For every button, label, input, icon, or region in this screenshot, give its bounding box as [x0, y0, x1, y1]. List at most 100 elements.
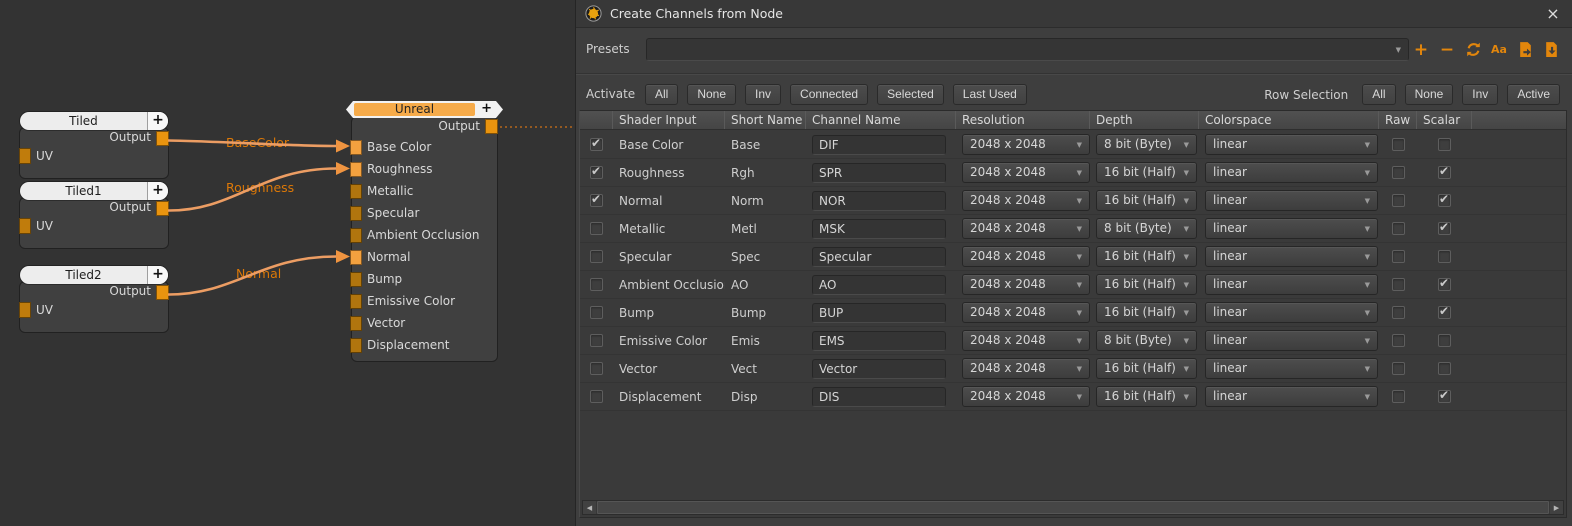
channel-name-input[interactable]: [812, 275, 946, 295]
raw-checkbox[interactable]: [1392, 306, 1405, 319]
activate-checkbox[interactable]: [590, 390, 603, 403]
resolution-dropdown[interactable]: 2048 x 2048▼: [962, 302, 1090, 323]
row-selection-none-button[interactable]: None: [1405, 84, 1454, 105]
colorspace-dropdown[interactable]: linear▼: [1205, 134, 1378, 155]
table-row-roughness[interactable]: ✔RoughnessRgh2048 x 2048▼16 bit (Half)▼l…: [580, 159, 1566, 187]
depth-dropdown[interactable]: 16 bit (Half)▼: [1096, 358, 1197, 379]
raw-checkbox[interactable]: [1392, 362, 1405, 375]
channel-name-input[interactable]: [812, 387, 946, 407]
column-header-raw[interactable]: Raw: [1379, 111, 1417, 129]
node-graph-canvas[interactable]: BaseColorRoughnessNormal OutputUVTiled+O…: [0, 0, 575, 526]
node-header[interactable]: Tiled+: [20, 112, 168, 130]
scalar-checkbox[interactable]: [1438, 334, 1451, 347]
column-header-colorspace[interactable]: Colorspace: [1199, 111, 1379, 129]
resolution-dropdown[interactable]: 2048 x 2048▼: [962, 358, 1090, 379]
scalar-checkbox[interactable]: ✔: [1438, 306, 1451, 319]
column-header-blank[interactable]: [1472, 111, 1566, 129]
depth-dropdown[interactable]: 16 bit (Half)▼: [1096, 190, 1197, 211]
depth-dropdown[interactable]: 16 bit (Half)▼: [1096, 302, 1197, 323]
activate-none-button[interactable]: None: [687, 84, 736, 105]
channel-name-input[interactable]: [812, 303, 946, 323]
colorspace-dropdown[interactable]: linear▼: [1205, 330, 1378, 351]
output-port[interactable]: [156, 131, 169, 146]
colorspace-dropdown[interactable]: linear▼: [1205, 358, 1378, 379]
input-port-bump[interactable]: [350, 272, 362, 287]
colorspace-dropdown[interactable]: linear▼: [1205, 190, 1378, 211]
channel-name-input[interactable]: [812, 135, 946, 155]
input-port-normal[interactable]: [350, 250, 362, 265]
activate-checkbox[interactable]: [590, 334, 603, 347]
scrollbar-thumb[interactable]: [597, 501, 1549, 514]
scalar-checkbox[interactable]: ✔: [1438, 278, 1451, 291]
column-header-blank[interactable]: [580, 111, 613, 129]
depth-dropdown[interactable]: 8 bit (Byte)▼: [1096, 330, 1197, 351]
uv-port[interactable]: [19, 148, 31, 164]
scalar-checkbox[interactable]: ✔: [1438, 166, 1451, 179]
row-selection-inv-button[interactable]: Inv: [1462, 84, 1498, 105]
resolution-dropdown[interactable]: 2048 x 2048▼: [962, 218, 1090, 239]
raw-checkbox[interactable]: [1392, 138, 1405, 151]
channel-name-input[interactable]: [812, 163, 946, 183]
horizontal-scrollbar[interactable]: ◀ ▶: [582, 500, 1564, 515]
input-port-roughness[interactable]: [350, 162, 362, 177]
row-selection-active-button[interactable]: Active: [1507, 84, 1560, 105]
input-port-vector[interactable]: [350, 316, 362, 331]
presets-combobox[interactable]: ▼: [646, 38, 1409, 61]
refresh-button[interactable]: [1464, 41, 1482, 59]
activate-selected-button[interactable]: Selected: [877, 84, 944, 105]
channel-name-input[interactable]: [812, 331, 946, 351]
depth-dropdown[interactable]: 16 bit (Half)▼: [1096, 386, 1197, 407]
resolution-dropdown[interactable]: 2048 x 2048▼: [962, 246, 1090, 267]
activate-connected-button[interactable]: Connected: [790, 84, 868, 105]
add-node-plus-button[interactable]: +: [147, 182, 168, 200]
depth-dropdown[interactable]: 8 bit (Byte)▼: [1096, 134, 1197, 155]
raw-checkbox[interactable]: [1392, 250, 1405, 263]
raw-checkbox[interactable]: [1392, 194, 1405, 207]
colorspace-dropdown[interactable]: linear▼: [1205, 302, 1378, 323]
column-header-resolution[interactable]: Resolution: [956, 111, 1090, 129]
add-node-plus-button[interactable]: +: [147, 112, 168, 130]
table-row-normal[interactable]: ✔NormalNorm2048 x 2048▼16 bit (Half)▼lin…: [580, 187, 1566, 215]
add-node-plus-button[interactable]: +: [147, 266, 168, 284]
node-header-selected[interactable]: Unreal+: [346, 101, 503, 118]
colorspace-dropdown[interactable]: linear▼: [1205, 218, 1378, 239]
activate-last-used-button[interactable]: Last Used: [953, 84, 1027, 105]
output-port[interactable]: [156, 285, 169, 300]
colorspace-dropdown[interactable]: linear▼: [1205, 274, 1378, 295]
uv-port[interactable]: [19, 302, 31, 318]
column-header-scalar[interactable]: Scalar: [1417, 111, 1472, 129]
export-preset-button[interactable]: [1516, 41, 1534, 59]
activate-checkbox[interactable]: [590, 306, 603, 319]
dialog-titlebar[interactable]: Create Channels from Node ×: [576, 0, 1572, 28]
resolution-dropdown[interactable]: 2048 x 2048▼: [962, 162, 1090, 183]
resolution-dropdown[interactable]: 2048 x 2048▼: [962, 190, 1090, 211]
input-port-emissive-color[interactable]: [350, 294, 362, 309]
column-header-short-name[interactable]: Short Name: [725, 111, 806, 129]
activate-checkbox[interactable]: ✔: [590, 138, 603, 151]
depth-dropdown[interactable]: 8 bit (Byte)▼: [1096, 218, 1197, 239]
scalar-checkbox[interactable]: [1438, 362, 1451, 375]
activate-checkbox[interactable]: [590, 222, 603, 235]
output-port[interactable]: [156, 201, 169, 216]
scalar-checkbox[interactable]: ✔: [1438, 222, 1451, 235]
colorspace-dropdown[interactable]: linear▼: [1205, 246, 1378, 267]
raw-checkbox[interactable]: [1392, 334, 1405, 347]
colorspace-dropdown[interactable]: linear▼: [1205, 386, 1378, 407]
activate-checkbox[interactable]: ✔: [590, 166, 603, 179]
scalar-checkbox[interactable]: [1438, 138, 1451, 151]
raw-checkbox[interactable]: [1392, 390, 1405, 403]
channel-name-input[interactable]: [812, 191, 946, 211]
table-row-base-color[interactable]: ✔Base ColorBase2048 x 2048▼8 bit (Byte)▼…: [580, 131, 1566, 159]
node-tiled1[interactable]: OutputUVTiled1+: [20, 182, 168, 248]
node-unreal[interactable]: OutputBase ColorRoughnessMetallicSpecula…: [352, 101, 497, 361]
resolution-dropdown[interactable]: 2048 x 2048▼: [962, 274, 1090, 295]
close-icon[interactable]: ×: [1544, 5, 1562, 23]
add-button[interactable]: +: [1412, 41, 1430, 59]
table-row-metallic[interactable]: MetallicMetl2048 x 2048▼8 bit (Byte)▼lin…: [580, 215, 1566, 243]
activate-all-button[interactable]: All: [645, 84, 678, 105]
node-tiled2[interactable]: OutputUVTiled2+: [20, 266, 168, 332]
input-port-displacement[interactable]: [350, 338, 362, 353]
table-row-vector[interactable]: VectorVect2048 x 2048▼16 bit (Half)▼line…: [580, 355, 1566, 383]
activate-checkbox[interactable]: [590, 250, 603, 263]
rename-button[interactable]: Aa: [1490, 41, 1508, 59]
